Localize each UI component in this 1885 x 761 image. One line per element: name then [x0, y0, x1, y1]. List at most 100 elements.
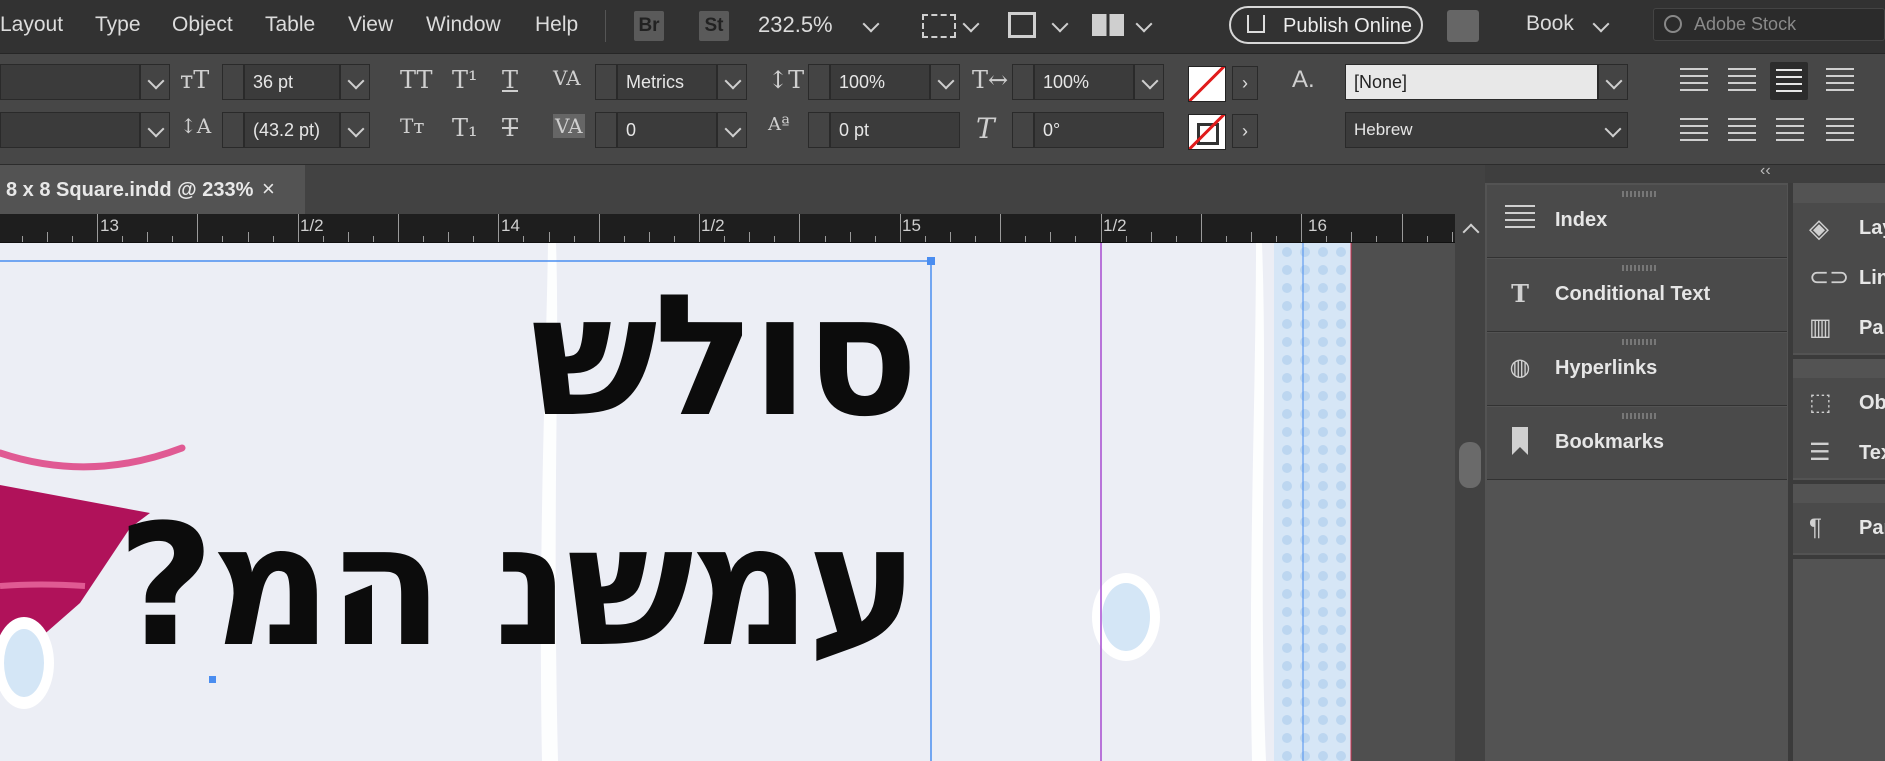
- document-canvas[interactable]: סולש עמשנ המ?: [0, 243, 1455, 761]
- arrange-chevron-down-icon[interactable]: [1135, 15, 1153, 33]
- view-options-chevron-down-icon[interactable]: [962, 15, 980, 33]
- zoom-level[interactable]: 232.5%: [758, 12, 833, 38]
- baseline-shift-field[interactable]: 0 pt: [830, 112, 960, 148]
- menu-layout[interactable]: Layout: [0, 13, 63, 37]
- fill-menu-button[interactable]: ›: [1232, 66, 1258, 100]
- menu-object[interactable]: Object: [172, 13, 233, 37]
- scroll-thumb[interactable]: [1459, 442, 1481, 488]
- stroke-menu-button[interactable]: ›: [1232, 114, 1258, 148]
- view-options-icon[interactable]: [922, 14, 956, 38]
- all-caps-icon[interactable]: TT: [400, 66, 432, 94]
- fill-swatch-icon[interactable]: [1188, 66, 1226, 102]
- screen-mode-chevron-down-icon[interactable]: [1051, 15, 1069, 33]
- layers-icon: ◈: [1809, 213, 1829, 243]
- panel-text-wrap[interactable]: ☰ Tex: [1793, 428, 1885, 478]
- close-icon[interactable]: ×: [262, 176, 275, 202]
- panel-paragraph-styles[interactable]: ¶ Par: [1793, 503, 1885, 553]
- bridge-icon[interactable]: Br: [634, 11, 664, 41]
- panel-grip[interactable]: [1622, 339, 1656, 345]
- vertical-scale-stepper[interactable]: [808, 64, 830, 100]
- ruler-tick: [849, 232, 851, 242]
- vertical-scale-dropdown[interactable]: [930, 64, 960, 100]
- horizontal-scale-dropdown[interactable]: [1134, 64, 1164, 100]
- kerning-dropdown[interactable]: [717, 64, 747, 100]
- align-right-icon: [1776, 69, 1802, 93]
- justify-all-icon[interactable]: [1826, 118, 1854, 144]
- skew-field[interactable]: 0°: [1034, 112, 1164, 148]
- horizontal-scale-field[interactable]: 100%: [1034, 64, 1134, 100]
- kerning-stepper[interactable]: [595, 64, 617, 100]
- panel-grip[interactable]: [1622, 265, 1656, 271]
- font-size-field[interactable]: 36 pt: [244, 64, 340, 100]
- vertical-scrollbar[interactable]: [1455, 214, 1485, 761]
- tracking-dropdown[interactable]: [717, 112, 747, 148]
- baseline-shift-stepper[interactable]: [808, 112, 830, 148]
- panel-grip[interactable]: [1622, 413, 1656, 419]
- adobe-stock-search[interactable]: Adobe Stock: [1653, 8, 1885, 41]
- panel-conditional-text[interactable]: T Conditional Text: [1487, 259, 1787, 332]
- panel-object-styles[interactable]: ⬚ Ob: [1793, 378, 1885, 428]
- kerning-field[interactable]: Metrics: [617, 64, 717, 100]
- skew-stepper[interactable]: [1012, 112, 1034, 148]
- panel-grip[interactable]: [1622, 191, 1656, 197]
- leading-field[interactable]: (43.2 pt): [244, 112, 340, 148]
- font-family-field[interactable]: [0, 64, 140, 100]
- arrange-documents-icon[interactable]: [1092, 14, 1124, 36]
- panel-hyperlinks[interactable]: ◍ Hyperlinks: [1487, 333, 1787, 406]
- ruler-tick: [1150, 232, 1152, 242]
- stroke-swatch-icon[interactable]: [1188, 114, 1226, 150]
- menu-divider: [605, 10, 606, 42]
- menu-type[interactable]: Type: [95, 13, 141, 37]
- underline-icon[interactable]: T: [502, 66, 518, 94]
- publish-online-button[interactable]: Publish Online: [1229, 6, 1423, 44]
- panel-bookmarks[interactable]: Bookmarks: [1487, 407, 1787, 480]
- panel-pages[interactable]: ▥ Pa: [1793, 303, 1885, 353]
- panel-links[interactable]: ⊂⊃ Lin: [1793, 253, 1885, 303]
- hebrew-heading-line-1[interactable]: סולש: [530, 261, 919, 451]
- align-left-icon[interactable]: [1680, 68, 1708, 94]
- superscript-icon[interactable]: T¹: [452, 66, 478, 94]
- gpu-performance-icon[interactable]: [1447, 10, 1479, 42]
- screen-mode-icon[interactable]: [1008, 12, 1036, 38]
- justify-left-icon[interactable]: [1680, 118, 1708, 144]
- menu-window[interactable]: Window: [426, 13, 501, 37]
- font-size-stepper[interactable]: [222, 64, 244, 100]
- horizontal-ruler[interactable]: 13 1/2 14 1/2 15 1/2 16: [0, 214, 1455, 243]
- justify-center-icon[interactable]: [1728, 118, 1756, 144]
- hebrew-heading-line-2[interactable]: עמשנ המ?: [117, 491, 919, 681]
- document-tab[interactable]: 8 x 8 Square.indd @ 233% ×: [0, 165, 305, 214]
- menu-table[interactable]: Table: [265, 13, 315, 37]
- workspace-switcher[interactable]: Book: [1526, 12, 1574, 36]
- zoom-chevron-down-icon[interactable]: [862, 15, 880, 33]
- menu-help[interactable]: Help: [535, 13, 578, 37]
- vertical-scale-field[interactable]: 100%: [830, 64, 930, 100]
- subscript-icon[interactable]: T₁: [452, 114, 478, 142]
- font-family-dropdown[interactable]: [140, 64, 170, 100]
- align-right-button[interactable]: [1770, 62, 1808, 100]
- collapse-panels-icon[interactable]: ‹‹: [1760, 162, 1771, 180]
- menu-view[interactable]: View: [348, 13, 393, 37]
- font-size-dropdown[interactable]: [340, 64, 370, 100]
- tracking-stepper[interactable]: [595, 112, 617, 148]
- workspace-chevron-down-icon[interactable]: [1592, 15, 1610, 33]
- panel-index[interactable]: Index: [1487, 185, 1787, 258]
- align-towards-spine-icon[interactable]: [1826, 68, 1854, 94]
- ruler-tick: [222, 236, 224, 242]
- character-style-field[interactable]: [None]: [1345, 64, 1598, 100]
- leading-dropdown[interactable]: [340, 112, 370, 148]
- horizontal-scale-stepper[interactable]: [1012, 64, 1034, 100]
- tracking-field[interactable]: 0: [617, 112, 717, 148]
- leading-stepper[interactable]: [222, 112, 244, 148]
- font-style-dropdown[interactable]: [140, 112, 170, 148]
- stock-app-icon[interactable]: St: [699, 11, 729, 41]
- align-center-icon[interactable]: [1728, 68, 1756, 94]
- scroll-up-icon[interactable]: [1462, 223, 1480, 241]
- panel-layers[interactable]: ◈ Lay: [1793, 203, 1885, 253]
- font-style-field[interactable]: [0, 112, 140, 148]
- ruler-tick: [1175, 236, 1177, 242]
- small-caps-icon[interactable]: Tт: [400, 114, 424, 138]
- language-select[interactable]: Hebrew: [1345, 112, 1628, 148]
- character-style-dropdown[interactable]: [1598, 64, 1628, 100]
- justify-right-icon[interactable]: [1776, 118, 1804, 144]
- strikethrough-icon[interactable]: T: [502, 114, 518, 142]
